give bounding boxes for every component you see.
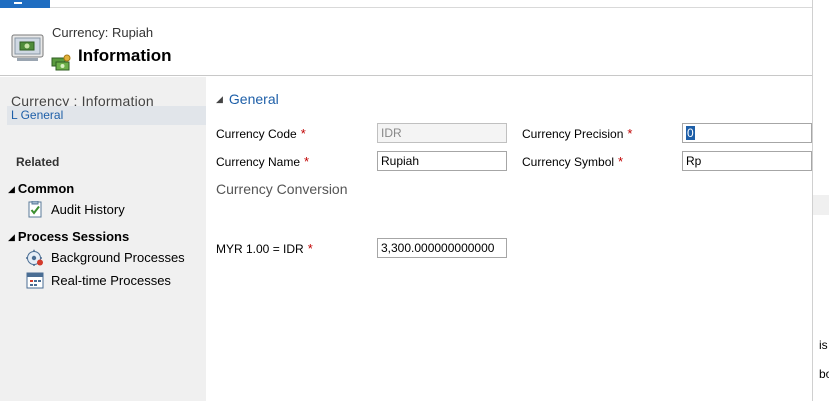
sidebar-item-audit-history[interactable]: Audit History xyxy=(26,201,125,218)
sidebar-item-background-processes[interactable]: Background Processes xyxy=(26,249,185,266)
currency-symbol-label: Currency Symbol * xyxy=(522,154,623,169)
currency-code-label: Currency Code * xyxy=(216,126,306,141)
app-tab[interactable] xyxy=(0,0,50,8)
sidebar-group-label: Common xyxy=(17,181,75,196)
section-collapse-icon: ◢ xyxy=(216,94,223,104)
sidebar-related-heading: Related xyxy=(16,155,60,169)
top-toolbar-strip xyxy=(0,0,812,8)
form-navigation-sidebar: Currency : Information L General Related… xyxy=(0,77,206,401)
selected-text: 0 xyxy=(686,126,695,140)
collapse-triangle-icon: ◢ xyxy=(8,184,15,194)
currency-conversion-heading: Currency Conversion xyxy=(216,181,348,197)
currency-name-label: Currency Name * xyxy=(216,154,309,169)
background-processes-icon xyxy=(26,249,43,266)
field-label-text: Currency Name xyxy=(216,155,301,169)
audit-history-icon xyxy=(28,201,42,218)
realtime-processes-icon xyxy=(26,272,44,289)
page-title: Information xyxy=(78,46,172,65)
currency-symbol-field[interactable]: Rp xyxy=(682,151,812,171)
sidebar-group-process-sessions[interactable]: ◢ Process Sessions xyxy=(8,229,129,244)
exchange-rate-field[interactable]: 3,300.000000000000 xyxy=(377,238,507,258)
currency-code-field[interactable]: IDR xyxy=(377,123,507,143)
background-text-fragment-2: bo xyxy=(819,367,829,381)
currency-name-field[interactable]: Rupiah xyxy=(377,151,507,171)
sidebar-item-label: Real-time Processes xyxy=(51,273,171,288)
currency-entity-icon xyxy=(11,34,44,61)
currency-precision-label: Currency Precision * xyxy=(522,126,632,141)
background-window-edge: is bo xyxy=(812,0,829,401)
section-general-header[interactable]: ◢ General xyxy=(216,91,279,107)
background-window-gap xyxy=(813,195,829,215)
exchange-rate-label: MYR 1.00 = IDR * xyxy=(216,241,313,256)
required-asterisk: * xyxy=(304,154,310,169)
collapse-triangle-icon: ◢ xyxy=(8,232,15,242)
required-asterisk: * xyxy=(627,126,633,141)
field-label-text: Currency Symbol xyxy=(522,155,615,169)
sidebar-item-label: Background Processes xyxy=(51,250,185,265)
currency-precision-field[interactable]: 0 xyxy=(682,123,812,143)
sidebar-group-common[interactable]: ◢ Common xyxy=(8,181,74,196)
field-label-text: Currency Precision xyxy=(522,127,624,141)
sidebar-item-realtime-processes[interactable]: Real-time Processes xyxy=(26,272,171,289)
required-asterisk: * xyxy=(618,154,624,169)
field-label-text: Currency Code xyxy=(216,127,297,141)
app-tab-marker xyxy=(14,2,22,4)
sidebar-item-label: Audit History xyxy=(51,202,125,217)
form-header: Currency: Rupiah Information xyxy=(0,8,812,76)
header-subtitle: Currency: Rupiah xyxy=(52,25,154,40)
required-asterisk: * xyxy=(307,241,313,256)
field-label-text: MYR 1.00 = IDR xyxy=(216,242,304,256)
form-body: ◢ General Currency Code * IDR Currency Pre… xyxy=(206,77,812,401)
required-asterisk: * xyxy=(300,126,306,141)
section-title: General xyxy=(228,91,279,107)
sidebar-item-general[interactable]: L General xyxy=(7,106,206,125)
currency-small-icon xyxy=(51,54,71,71)
background-text-fragment-1: is xyxy=(819,338,828,352)
sidebar-group-label: Process Sessions xyxy=(17,229,130,244)
